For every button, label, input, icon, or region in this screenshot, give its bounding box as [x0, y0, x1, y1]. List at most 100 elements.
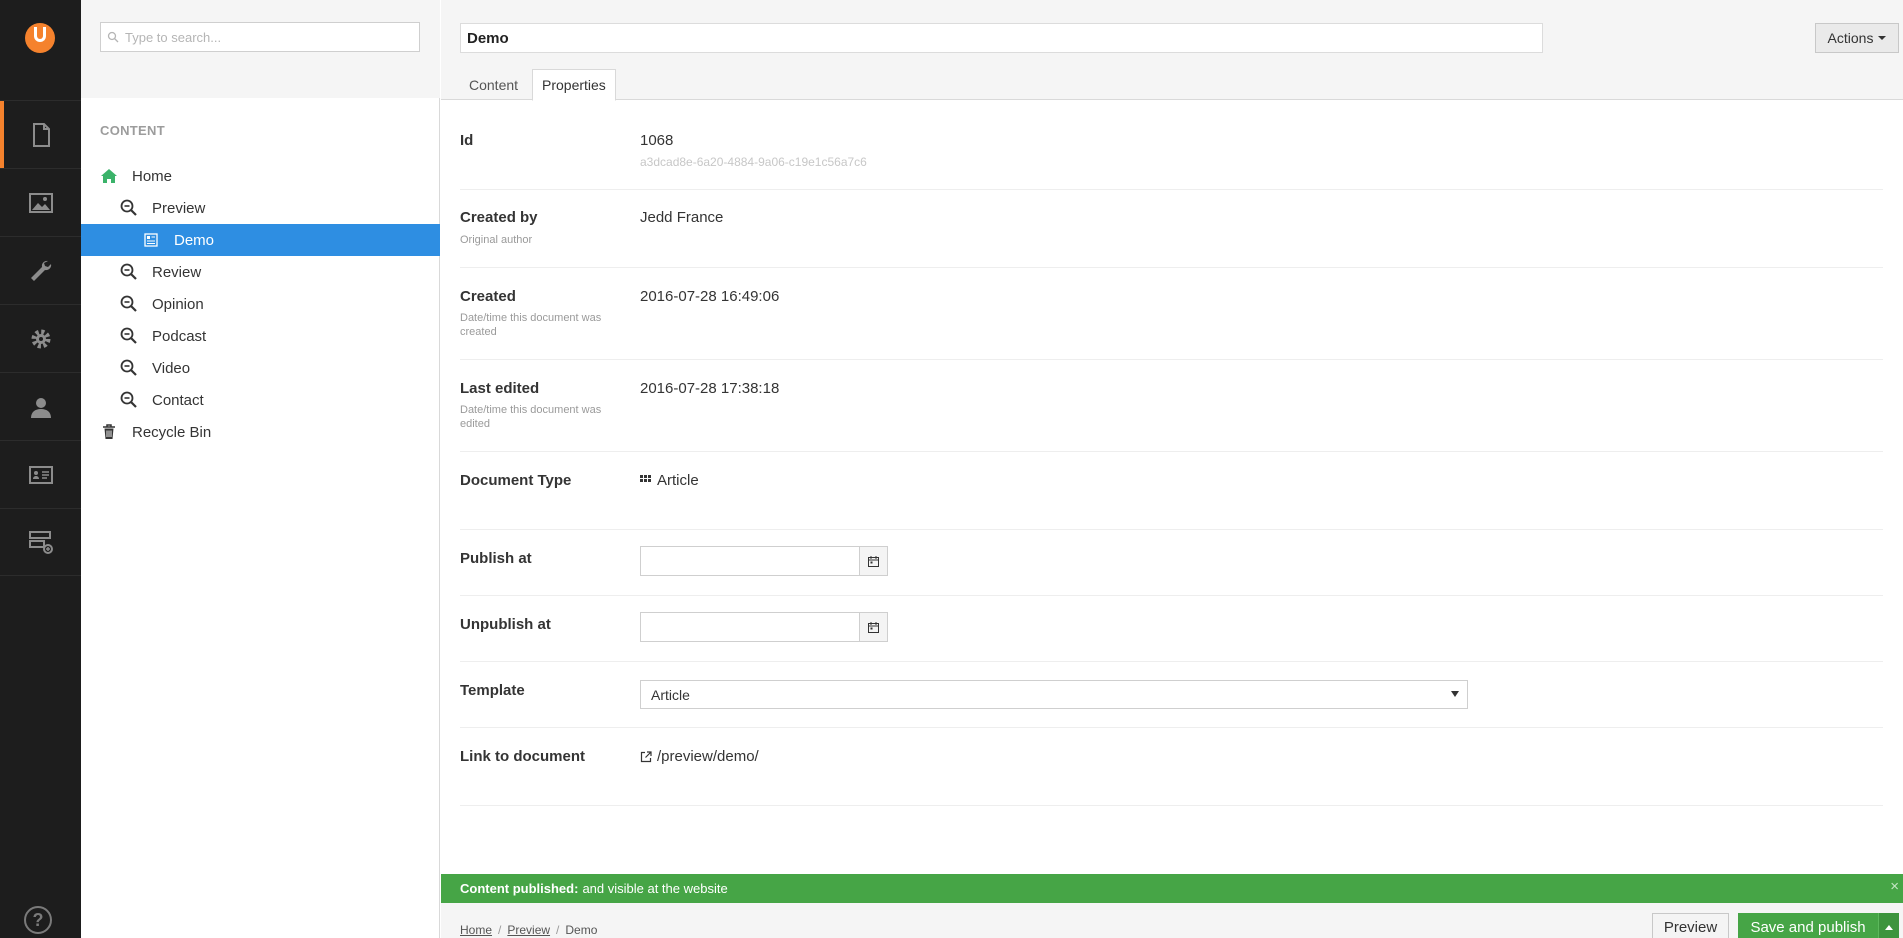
umbraco-logo-icon[interactable] [25, 23, 55, 53]
search-box[interactable] [100, 22, 420, 52]
tree-node-label: Review [152, 263, 202, 281]
property-link-to-document: Link to document /preview/demo/ [460, 728, 1883, 806]
publish-at-input[interactable] [641, 547, 860, 575]
trash-icon [100, 423, 118, 441]
property-publish-at: Publish at [460, 530, 1883, 596]
tree-node-home[interactable]: Home [81, 160, 440, 192]
section-media[interactable] [0, 168, 81, 236]
caret-down-icon [1878, 36, 1887, 40]
tab-content[interactable]: Content [460, 69, 527, 101]
property-created: Created Date/time this document was crea… [460, 268, 1883, 360]
zoom-out-icon [120, 359, 138, 377]
zoom-out-icon [120, 391, 138, 409]
document-name-input[interactable] [460, 23, 1543, 53]
document-type-value: Article [657, 472, 699, 489]
tree-section-title: CONTENT [100, 123, 165, 138]
tree-node-demo[interactable]: Demo [81, 224, 440, 256]
property-unpublish-at: Unpublish at [460, 596, 1883, 662]
document-type-link[interactable]: Article [640, 472, 699, 489]
save-options-caret-button[interactable] [1878, 913, 1899, 938]
template-select[interactable]: Article [640, 680, 1468, 709]
property-created-by: Created by Original author Jedd France [460, 190, 1883, 268]
property-label: Last edited [460, 380, 540, 397]
save-and-publish-button[interactable]: Save and publish [1738, 913, 1878, 938]
breadcrumb-home[interactable]: Home [460, 923, 492, 937]
property-template: Template Article [460, 662, 1883, 728]
content-tree-panel: CONTENT Home Preview Demo Review Opinion… [81, 0, 440, 938]
tree-node-preview[interactable]: Preview [81, 192, 440, 224]
search-icon [107, 31, 119, 43]
publish-notification: Content published: and visible at the we… [441, 874, 1903, 903]
section-settings-tools[interactable] [0, 236, 81, 304]
tree-node-recycle-bin[interactable]: Recycle Bin [81, 416, 440, 448]
tree-node-video[interactable]: Video [81, 352, 440, 384]
property-description: Date/time this document was created [460, 312, 602, 338]
breadcrumb-separator: / [498, 923, 502, 937]
section-members[interactable] [0, 440, 81, 508]
zoom-out-icon [120, 295, 138, 313]
calendar-icon[interactable] [859, 547, 887, 575]
editor-panel: Actions Content Properties Id 1068 a3dca… [441, 0, 1903, 938]
editor-header: Actions Content Properties [441, 0, 1903, 101]
breadcrumb-separator: / [556, 923, 560, 937]
notification-text: and visible at the website [582, 881, 728, 896]
property-label: Id [460, 132, 474, 149]
external-link-icon [640, 750, 652, 762]
last-edited-value: 2016-07-28 17:38:18 [640, 380, 780, 397]
unpublish-at-field [640, 612, 888, 642]
notification-title: Content published: [460, 881, 579, 896]
app-sections-bar: ? [0, 0, 81, 938]
tree-node-review[interactable]: Review [81, 256, 440, 288]
property-label: Unpublish at [460, 616, 551, 633]
preview-button[interactable]: Preview [1652, 913, 1729, 938]
tree-node-label: Contact [152, 391, 204, 409]
grid-icon [640, 475, 651, 482]
section-content[interactable] [0, 100, 81, 168]
created-value: 2016-07-28 16:49:06 [640, 288, 780, 305]
section-users[interactable] [0, 372, 81, 440]
gear-icon [31, 329, 50, 348]
template-selected-value: Article [651, 686, 690, 703]
calendar-icon[interactable] [859, 613, 887, 641]
property-label: Created by [460, 209, 538, 226]
forms-icon [28, 531, 53, 554]
tree-node-label: Video [152, 359, 191, 377]
publish-at-field [640, 546, 888, 576]
close-icon[interactable]: × [1890, 878, 1899, 895]
member-card-icon [28, 465, 53, 484]
zoom-out-icon [120, 263, 138, 281]
tree-node-label: Recycle Bin [132, 423, 212, 441]
tree-node-label: Demo [174, 231, 215, 249]
tab-properties[interactable]: Properties [532, 69, 616, 101]
unpublish-at-input[interactable] [641, 613, 860, 641]
editor-footer: Home / Preview / Demo Preview Save and p… [441, 903, 1903, 938]
section-forms[interactable] [0, 508, 81, 576]
tree-node-label: Preview [152, 199, 206, 217]
wrench-icon [30, 260, 51, 281]
article-icon [142, 231, 160, 249]
tree-node-opinion[interactable]: Opinion [81, 288, 440, 320]
search-input[interactable] [125, 29, 405, 45]
property-label: Created [460, 288, 516, 305]
help-icon[interactable]: ? [24, 906, 52, 934]
actions-label: Actions [1827, 30, 1874, 46]
zoom-out-icon [120, 327, 138, 345]
property-label: Template [460, 682, 525, 699]
guid-value: a3dcad8e-6a20-4884-9a06-c19e1c56a7c6 [640, 155, 867, 169]
document-url-link[interactable]: /preview/demo/ [640, 748, 759, 765]
property-label: Document Type [460, 472, 572, 489]
property-description: Date/time this document was edited [460, 404, 602, 430]
tree-node-label: Opinion [152, 295, 204, 313]
breadcrumb-preview[interactable]: Preview [507, 923, 550, 937]
tree-node-podcast[interactable]: Podcast [81, 320, 440, 352]
id-value: 1068 [640, 132, 674, 149]
section-developer[interactable] [0, 304, 81, 372]
image-icon [28, 192, 53, 213]
user-icon [30, 397, 51, 418]
document-url-value: /preview/demo/ [657, 748, 759, 765]
tree-header [81, 0, 440, 98]
actions-button[interactable]: Actions [1815, 23, 1899, 53]
tree-node-contact[interactable]: Contact [81, 384, 440, 416]
property-description: Original author [460, 234, 533, 246]
property-label: Link to document [460, 748, 585, 765]
